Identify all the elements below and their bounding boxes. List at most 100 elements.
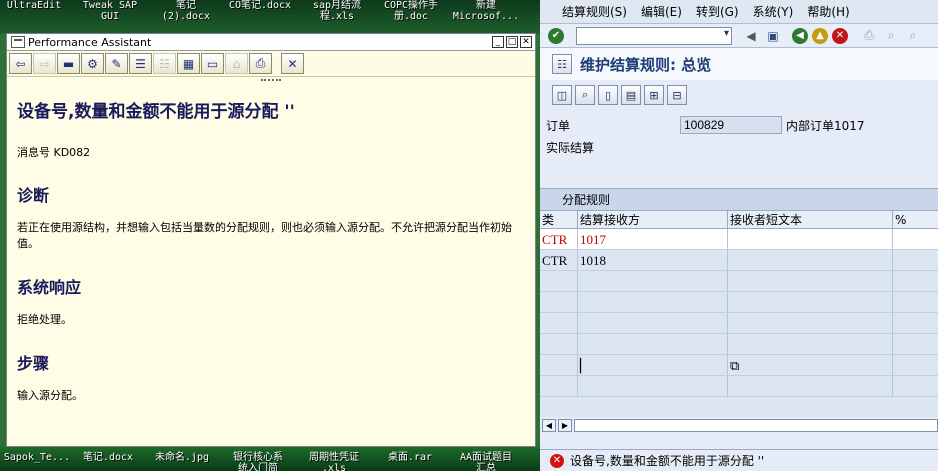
status-message[interactable]: 设备号,数量和金额不能用于源分配 '' [570, 452, 764, 469]
pa-toolbar: ⇦ ⇨ ▬ ⚙ ✎ ☰ ☷ ▦ ▭ ⌂ ⎙ ✕ [7, 51, 535, 77]
performance-assistant-window: Performance Assistant _ □ ✕ ⇦ ⇨ ▬ ⚙ ✎ ☰ … [6, 33, 536, 447]
pa-content: 设备号,数量和金额不能用于源分配 '' 消息号 KD082 诊断 若正在使用源结… [7, 83, 535, 404]
scroll-left-icon[interactable]: ◀ [542, 418, 556, 432]
menu-goto[interactable]: 转到(G) [696, 3, 739, 20]
col-type[interactable]: 类 [540, 211, 578, 228]
close-button[interactable]: ✕ [520, 36, 532, 48]
monitor-icon[interactable]: ▭ [201, 53, 224, 74]
scroll-right-icon[interactable]: ▶ [558, 418, 572, 432]
order-field[interactable]: 100829 [680, 116, 782, 134]
cell-percent[interactable] [893, 250, 938, 270]
system-response-title: 系统响应 [17, 278, 82, 297]
back-icon[interactable]: ◀ [792, 27, 808, 44]
table-caption: 分配规则 [540, 189, 938, 211]
desktop-icon[interactable]: CO笔记.docx [222, 0, 298, 11]
minimize-button[interactable]: _ [492, 36, 504, 48]
print-icon[interactable]: ⎙ [249, 53, 272, 74]
close-pa-icon[interactable]: ✕ [281, 53, 304, 74]
sap-window: 结算规则(S) 编辑(E) 转到(G) 系统(Y) 帮助(H) ✔ ◀ ▣ ◀ … [540, 0, 938, 471]
error-icon: ✕ [550, 453, 564, 468]
rule-icon[interactable]: ☷ [552, 54, 572, 74]
scroll-track[interactable] [574, 418, 938, 432]
settlement-type-row: 实际结算 [540, 136, 938, 158]
desktop-icon[interactable]: 笔记 (2).docx [156, 0, 216, 22]
table-row: CTR 1017 [540, 229, 938, 250]
desktop-icon[interactable]: Sapok_Te... [0, 452, 74, 463]
history-back-icon[interactable]: ◀ [742, 27, 760, 45]
glossary-icon[interactable]: ☷ [153, 53, 176, 74]
print-icon[interactable]: ⎙ [860, 27, 878, 45]
cell-receiver-text[interactable] [728, 250, 893, 270]
menu-edit[interactable]: 编辑(E) [641, 3, 682, 20]
find-icon[interactable]: ⌕ [882, 27, 900, 45]
technical-info-icon[interactable]: ⚙ [81, 53, 104, 74]
cell-type[interactable]: CTR [540, 229, 578, 249]
col-receiver[interactable]: 结算接收方 [578, 211, 728, 228]
desktop-icon[interactable]: UltraEdit [4, 0, 64, 11]
menu-system[interactable]: 系统(Y) [753, 3, 794, 20]
forward-arrow-icon[interactable]: ⇨ [33, 53, 56, 74]
window-menu-icon[interactable] [11, 36, 25, 48]
desktop-icon[interactable]: 周期性凭证 .xls [296, 452, 372, 471]
table-header: 类 结算接收方 接收者短文本 % [540, 211, 938, 229]
col-percent[interactable]: % [893, 211, 938, 228]
overview-icon[interactable]: ◫ [552, 85, 572, 105]
order-row: 订单 100829 内部订单1017 [540, 114, 938, 136]
distribution-rules-table: 分配规则 类 结算接收方 接收者短文本 % CTR 1017 CTR 1018 … [540, 188, 938, 433]
title-bar: ☷ 维护结算规则: 总览 [540, 48, 938, 80]
pa-heading: 设备号,数量和金额不能用于源分配 '' [17, 102, 295, 122]
pa-window-title: Performance Assistant [28, 35, 152, 49]
desktop-icon[interactable]: 笔记.docx [76, 452, 140, 463]
save-icon[interactable]: ▣ [764, 27, 782, 45]
delete-row-icon[interactable]: ▤ [621, 85, 641, 105]
screen-title: 维护结算规则: 总览 [580, 55, 712, 74]
procedure-text: 输入源分配。 [17, 389, 83, 402]
menu-bar: 结算规则(S) 编辑(E) 转到(G) 系统(Y) 帮助(H) [540, 0, 938, 24]
diagnosis-title: 诊断 [17, 186, 50, 205]
desktop-icon[interactable]: COPC操作手 册.doc [374, 0, 448, 22]
menu-settlement-rule[interactable]: 结算规则(S) [562, 3, 627, 20]
find-next-icon[interactable]: ⌕ [904, 27, 922, 45]
structure-icon[interactable]: ⊟ [667, 85, 687, 105]
text-cursor: ▏ [578, 355, 728, 375]
desktop-icon[interactable]: AA面试题目 汇总 [448, 452, 524, 471]
diagnosis-text: 若正在使用源结构，并想输入包括当量数的分配规则，则也必须输入源分配。不允许把源分… [17, 221, 512, 250]
horizontal-scrollbar[interactable]: ◀ ▶ [540, 417, 938, 433]
back-arrow-icon[interactable]: ⇦ [9, 53, 32, 74]
f4-help-icon[interactable]: ⧉ [728, 355, 893, 375]
settings-icon[interactable]: ☰ [129, 53, 152, 74]
table-row [540, 292, 938, 313]
cell-receiver-text[interactable] [728, 229, 893, 249]
menu-help[interactable]: 帮助(H) [807, 3, 849, 20]
status-bar: ✕ 设备号,数量和金额不能用于源分配 '' [540, 449, 938, 471]
desktop-icon[interactable]: 新建 Microsof... [448, 0, 524, 22]
cell-receiver[interactable]: 1017 [578, 229, 728, 249]
table-icon[interactable]: ▦ [177, 53, 200, 74]
enter-icon[interactable]: ✔ [548, 27, 564, 44]
cancel-icon[interactable]: ✕ [832, 27, 848, 44]
exit-icon[interactable]: ▲ [812, 27, 828, 44]
book-icon[interactable]: ▬ [57, 53, 80, 74]
desktop-icon[interactable]: Tweak SAP GUI [76, 0, 144, 22]
desktop-icon[interactable]: sap月结流 程.xls [302, 0, 372, 22]
maximize-button[interactable]: □ [506, 36, 518, 48]
cell-receiver[interactable]: 1018 [578, 250, 728, 270]
hierarchy-icon[interactable]: ⊞ [644, 85, 664, 105]
table-row: CTR 1018 [540, 250, 938, 271]
detail-icon[interactable]: ⌕ [575, 85, 595, 105]
message-number: 消息号 KD082 [17, 146, 91, 159]
cell-type[interactable]: CTR [540, 250, 578, 270]
bookmark-icon[interactable]: ⌂ [225, 53, 248, 74]
system-response-text: 拒绝处理。 [17, 313, 72, 326]
command-field[interactable] [576, 26, 732, 45]
desktop-icon[interactable]: 桌面.rar [378, 452, 442, 463]
desktop-icon[interactable]: 银行核心系 统入门简 [222, 452, 294, 471]
order-label: 订单 [546, 118, 571, 133]
new-entry-icon[interactable]: ▯ [598, 85, 618, 105]
edit-icon[interactable]: ✎ [105, 53, 128, 74]
standard-toolbar: ✔ ◀ ▣ ◀ ▲ ✕ ⎙ ⌕ ⌕ [540, 24, 938, 48]
col-receiver-text[interactable]: 接收者短文本 [728, 211, 893, 228]
pa-titlebar[interactable]: Performance Assistant _ □ ✕ [7, 34, 535, 51]
cell-percent[interactable] [893, 229, 938, 249]
desktop-icon[interactable]: 未命名.jpg [148, 452, 216, 463]
